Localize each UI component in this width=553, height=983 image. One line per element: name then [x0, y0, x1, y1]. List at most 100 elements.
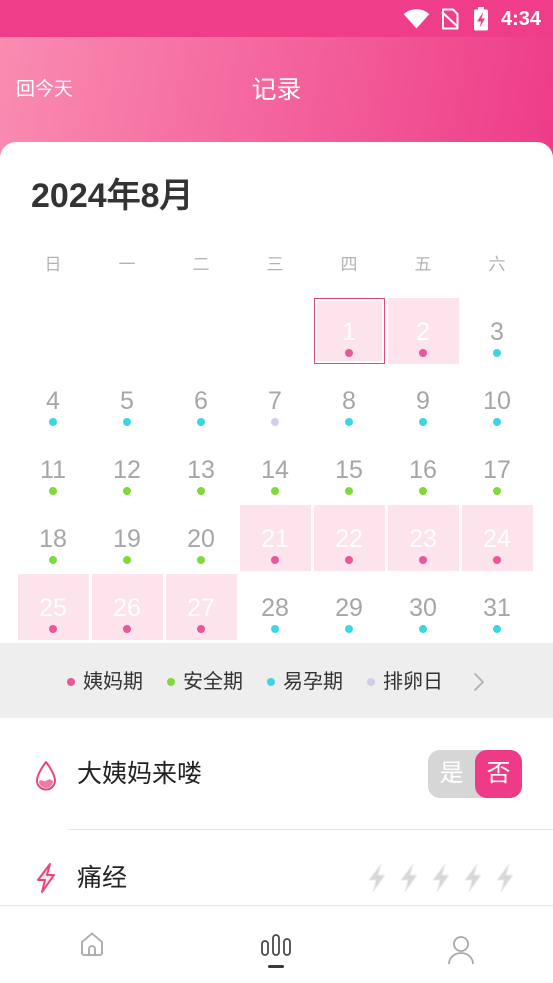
cramp-level-lightning-icon[interactable] — [363, 862, 391, 894]
page-title: 记录 — [251, 76, 302, 104]
toggle-yes[interactable]: 是 — [428, 750, 475, 798]
phase-dot — [271, 625, 279, 633]
cramps-label: 痛经 — [77, 864, 128, 892]
calendar-day-6[interactable]: 6 — [166, 367, 237, 433]
calendar-day-26[interactable]: 26 — [91, 574, 163, 640]
calendar-day-25[interactable]: 25 — [17, 574, 89, 640]
day-number: 19 — [113, 525, 141, 553]
day-number: 11 — [40, 456, 66, 484]
legend-item-ovulation: 排卵日 — [367, 643, 443, 718]
calendar-day-10[interactable]: 10 — [462, 367, 533, 433]
day-number: 24 — [483, 525, 511, 553]
calendar-day-7[interactable]: 7 — [240, 367, 311, 433]
calendar-day-12[interactable]: 12 — [92, 436, 163, 502]
day-number: 21 — [261, 525, 289, 553]
period-started-label: 大姨妈来喽 — [77, 760, 203, 788]
status-bar: 4:34 — [0, 0, 553, 37]
phase-dot — [123, 418, 131, 426]
lightning-icon — [37, 863, 55, 893]
calendar-day-2[interactable]: 2 — [387, 298, 459, 364]
calendar-card: 2024年8月 日 一 二 三 四 五 六 1 2 3 4 5 6 7 8 9 10 11 12 13 1… — [0, 142, 553, 983]
calendar-day-3[interactable]: 3 — [462, 298, 533, 364]
period-started-row: 大姨妈来喽 是 否 — [0, 718, 553, 829]
calendar-day-11[interactable]: 11 — [18, 436, 89, 502]
phase-dot — [419, 487, 427, 495]
period-yes-no-toggle[interactable]: 是 否 — [428, 750, 522, 798]
day-number: 1 — [342, 318, 356, 346]
phase-dot — [345, 487, 353, 495]
day-number: 20 — [187, 525, 215, 553]
day-number: 27 — [187, 594, 215, 622]
calendar-day-1[interactable]: 1 — [313, 298, 385, 364]
day-number: 17 — [483, 456, 511, 484]
day-number: 12 — [113, 456, 141, 484]
cramp-level-lightning-icon[interactable] — [395, 862, 423, 894]
calendar-day-5[interactable]: 5 — [92, 367, 163, 433]
calendar-day-13[interactable]: 13 — [166, 436, 237, 502]
phase-dot — [345, 349, 353, 357]
nav-home[interactable] — [0, 906, 184, 983]
weekday-label: 六 — [488, 255, 506, 274]
calendar-day-21[interactable]: 21 — [239, 505, 311, 571]
calendar-day-31[interactable]: 31 — [462, 574, 533, 640]
calendar-day-19[interactable]: 19 — [92, 505, 163, 571]
phase-dot — [419, 556, 427, 564]
phase-dot — [419, 349, 427, 357]
calendar-day-8[interactable]: 8 — [314, 367, 385, 433]
weekday-label: 日 — [44, 255, 62, 274]
day-number: 16 — [409, 456, 437, 484]
phase-dot — [345, 418, 353, 426]
calendar-day-18[interactable]: 18 — [18, 505, 89, 571]
calendar-day-28[interactable]: 28 — [240, 574, 311, 640]
legend-dot — [367, 677, 375, 686]
legend-label: 姨妈期 — [83, 670, 143, 693]
cramp-level-lightning-icon[interactable] — [427, 862, 455, 894]
day-number: 28 — [261, 594, 289, 622]
phase-dot — [197, 556, 205, 564]
calendar-day-17[interactable]: 17 — [462, 436, 533, 502]
calendar-day-27[interactable]: 27 — [165, 574, 237, 640]
profile-icon — [447, 936, 474, 965]
day-number: 13 — [187, 456, 215, 484]
weekday-label: 二 — [192, 255, 210, 274]
calendar-day-23[interactable]: 23 — [387, 505, 459, 571]
phase-dot — [271, 418, 279, 426]
chevron-right-icon[interactable] — [472, 671, 486, 693]
cramps-rating[interactable] — [363, 862, 523, 894]
calendar-day-30[interactable]: 30 — [388, 574, 459, 640]
month-title[interactable]: 2024年8月 — [31, 176, 194, 216]
calendar-day-16[interactable]: 16 — [388, 436, 459, 502]
calendar-day-9[interactable]: 9 — [388, 367, 459, 433]
calendar-day-24[interactable]: 24 — [461, 505, 533, 571]
day-number: 9 — [416, 387, 430, 415]
nav-records[interactable] — [184, 906, 368, 983]
calendar-day-29[interactable]: 29 — [314, 574, 385, 640]
calendar-day-14[interactable]: 14 — [240, 436, 311, 502]
cramp-level-lightning-icon[interactable] — [459, 862, 487, 894]
day-number: 23 — [409, 525, 437, 553]
cramp-level-lightning-icon[interactable] — [491, 862, 519, 894]
phase-dot — [49, 556, 57, 564]
phase-dot — [49, 625, 57, 633]
phase-dot — [419, 418, 427, 426]
calendar-day-20[interactable]: 20 — [166, 505, 237, 571]
day-number: 3 — [490, 318, 504, 346]
status-time: 4:34 — [500, 8, 541, 30]
phase-dot — [271, 556, 279, 564]
legend-dot — [167, 677, 175, 686]
nav-profile[interactable] — [369, 906, 553, 983]
toggle-no[interactable]: 否 — [475, 750, 522, 798]
weekday-label: 三 — [266, 255, 284, 274]
calendar-grid: 1 2 3 4 5 6 7 8 9 10 11 12 13 14 15 16 17 18 19 20 21 22 23 24 2… — [16, 298, 534, 643]
drop-icon — [36, 761, 56, 791]
calendar-day-22[interactable]: 22 — [313, 505, 385, 571]
calendar-day-15[interactable]: 15 — [314, 436, 385, 502]
phase-dot — [123, 487, 131, 495]
day-number: 10 — [483, 387, 511, 415]
legend-item-safe: 安全期 — [167, 643, 243, 718]
legend-item-period: 姨妈期 — [67, 643, 143, 718]
legend-bar[interactable]: 姨妈期 安全期 易孕期 排卵日 — [0, 643, 553, 718]
phase-dot — [271, 487, 279, 495]
calendar-day-4[interactable]: 4 — [18, 367, 89, 433]
weekday-label: 四 — [340, 255, 358, 274]
